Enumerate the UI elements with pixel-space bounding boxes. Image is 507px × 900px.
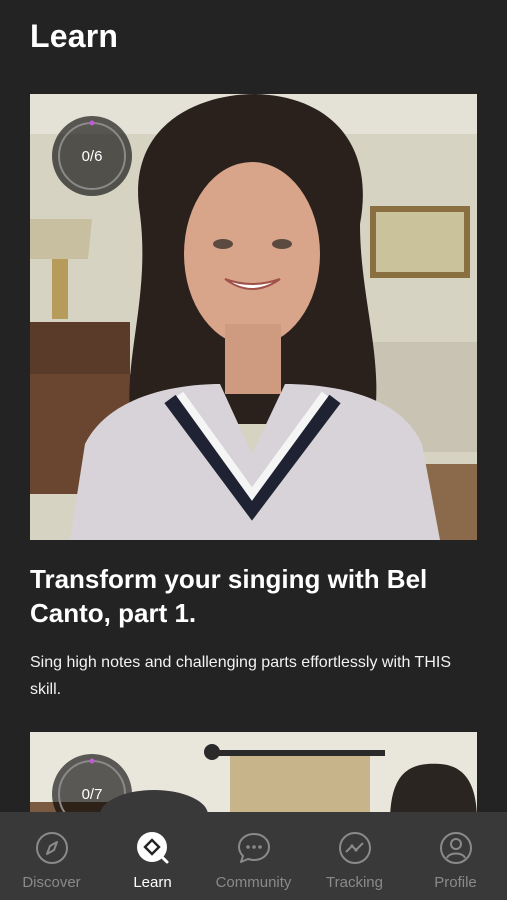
chat-bubble-icon xyxy=(237,833,270,863)
nav-item-tracking[interactable]: Tracking xyxy=(304,812,405,900)
nav-label: Learn xyxy=(133,874,172,891)
lesson-thumbnail[interactable]: 0/6 xyxy=(30,94,477,540)
nav-label: Profile xyxy=(434,874,477,891)
learn-icon xyxy=(136,832,168,864)
nav-label: Community xyxy=(215,874,292,891)
nav-item-discover[interactable]: Discover xyxy=(1,812,102,900)
progress-count: 0/6 xyxy=(81,147,103,165)
page-title: Learn xyxy=(30,18,119,54)
nav-label: Tracking xyxy=(326,874,383,891)
nav-item-community[interactable]: Community xyxy=(203,812,304,900)
nav-label: Discover xyxy=(22,874,81,891)
nav-item-learn[interactable]: Learn xyxy=(102,812,203,900)
nav-item-profile[interactable]: Profile xyxy=(405,812,506,900)
compass-icon xyxy=(35,832,68,864)
tracking-chart-icon xyxy=(338,832,371,864)
profile-icon xyxy=(439,832,472,864)
progress-ring: 0/6 xyxy=(50,114,134,198)
lesson-title[interactable]: Transform your singing with Bel Canto, p… xyxy=(30,562,480,630)
lesson-description: Sing high notes and challenging parts ef… xyxy=(30,654,451,698)
lesson-thumbnail[interactable]: 0/7 xyxy=(30,732,477,822)
bottom-nav: Discover Learn Community Tracking Profil… xyxy=(0,790,507,900)
